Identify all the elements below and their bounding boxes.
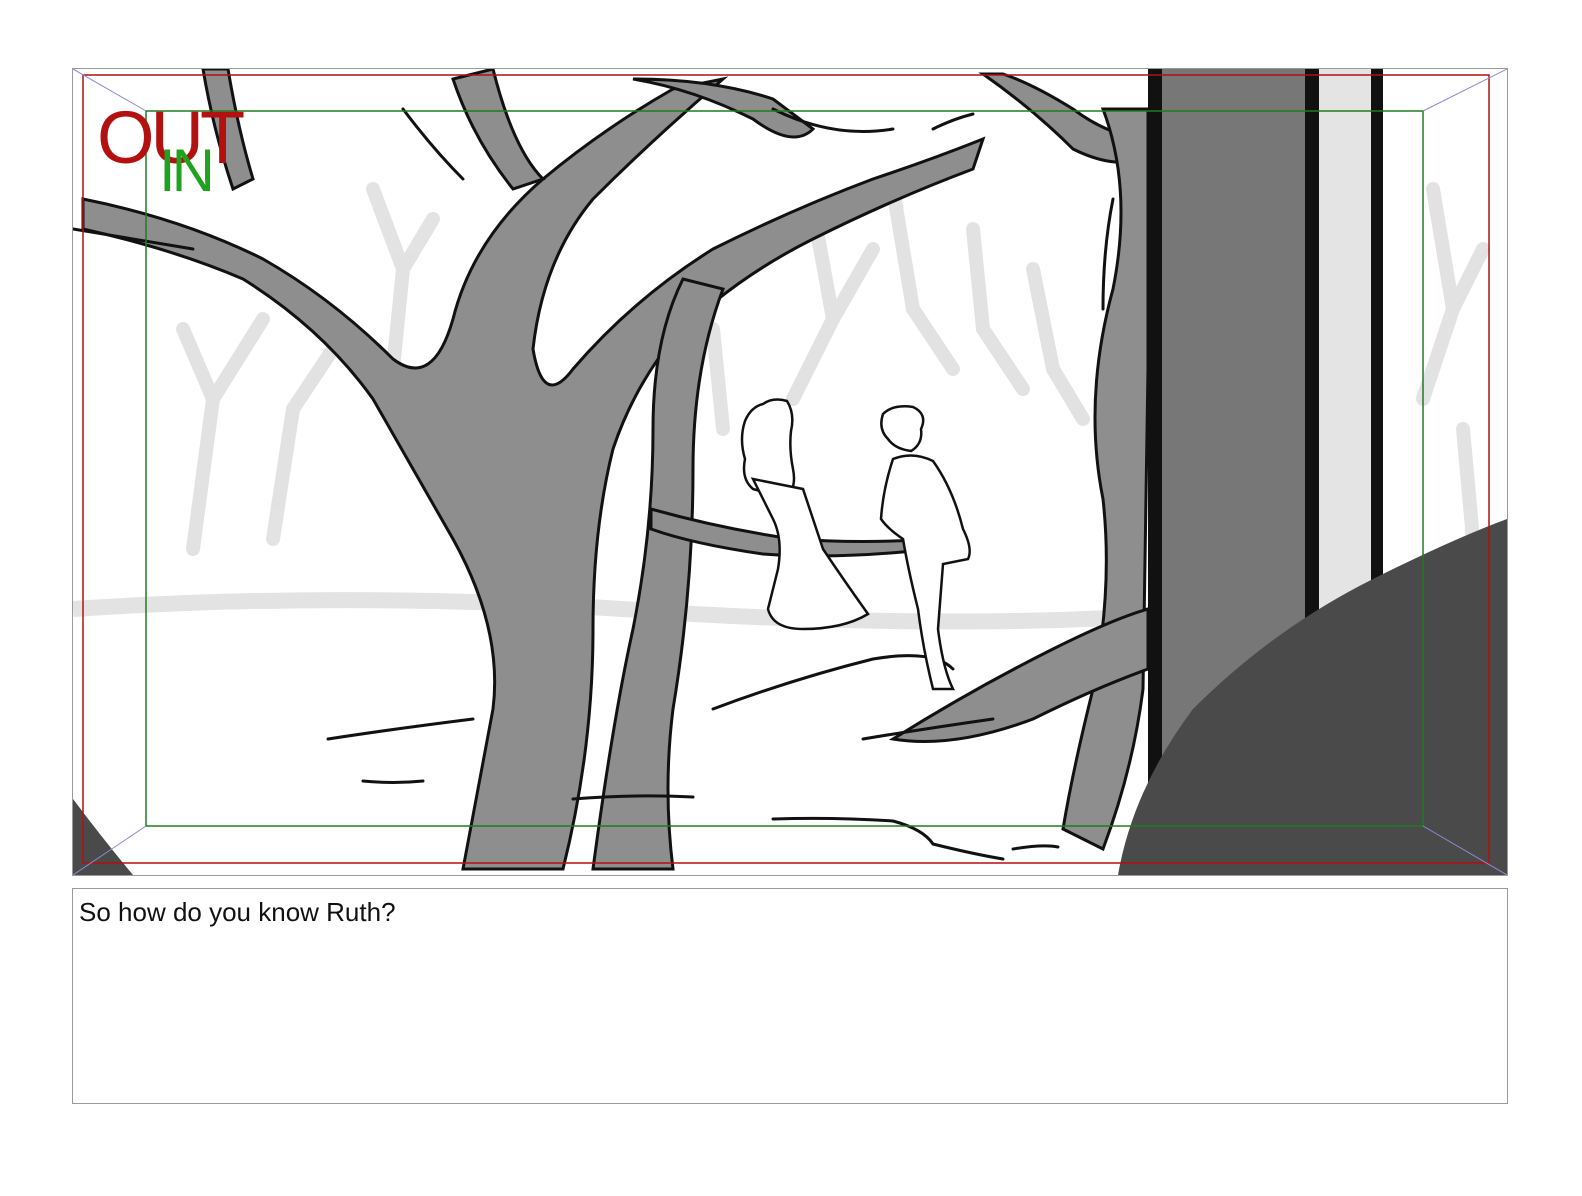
ground-horizon: [73, 592, 1174, 630]
trunk-edge-left: [1148, 69, 1162, 875]
dialogue-text: So how do you know Ruth?: [79, 897, 396, 927]
girl-figure: [740, 398, 870, 631]
trunk-highlight: [1319, 69, 1371, 609]
sketch-artwork: [73, 69, 1507, 875]
top-branches: [201, 69, 1156, 192]
trunk-edge-mid: [1305, 69, 1319, 639]
dialogue-box[interactable]: So how do you know Ruth?: [72, 888, 1508, 1104]
storyboard-frame: OUT IN: [72, 68, 1508, 876]
in-marker: IN: [159, 137, 215, 204]
left-tree: [81, 76, 986, 871]
trunk-edge-right: [1371, 69, 1383, 599]
